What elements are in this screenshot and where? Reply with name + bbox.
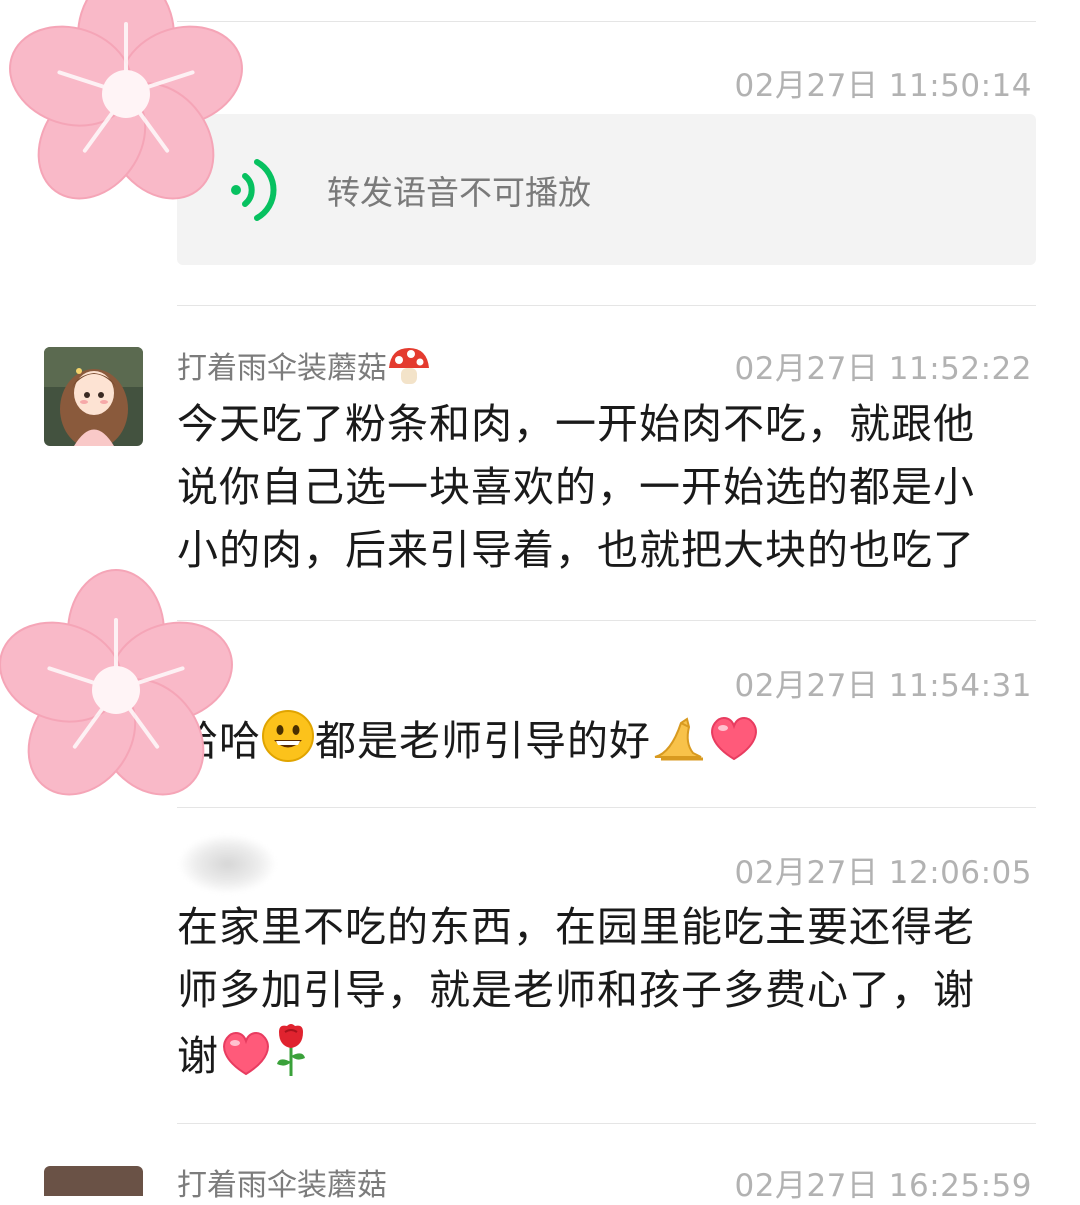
sender-name: 打着雨伞装蘑菇 [177,343,431,387]
message-timestamp: 02月27日 11:50:14 [734,68,1032,104]
rose-emoji [277,1024,305,1076]
divider [177,305,1036,306]
girl-avatar-illustration [44,347,143,446]
folded-hands-emoji [654,717,703,761]
message-line: 师多加引导，就是老师和孩子多费心了，谢 [177,966,975,1014]
message-line: 在家里不吃的东西，在园里能吃主要还得老 [177,903,975,951]
divider [177,1123,1036,1124]
avatar[interactable] [44,1166,143,1196]
red-heart-emoji [711,717,757,761]
flower-sticker [0,569,233,796]
grinning-face-emoji [262,710,314,762]
message-line: 小的肉，后来引导着，也就把大块的也吃了 [177,526,975,574]
sender-name-blurred [180,835,275,893]
divider [177,807,1036,808]
message-text-part: 都是老师引导的好 [315,717,651,765]
voice-unplayable-label: 转发语音不可播放 [327,173,591,212]
divider [177,21,1036,22]
message-timestamp: 02月27日 12:06:05 [734,855,1032,891]
divider [177,620,1036,621]
message-line: 今天吃了粉条和肉，一开始肉不吃，就跟他 [177,400,975,448]
red-heart-emoji [223,1032,269,1076]
voice-message-card[interactable]: 转发语音不可播放 [177,114,1036,265]
message-timestamp: 02月27日 16:25:59 [734,1168,1032,1204]
message-line: 谢 [177,1022,1017,1088]
message-text[interactable]: 今天吃了粉条和肉，一开始肉不吃，就跟他 说你自己选一块喜欢的，一开始选的都是小 … [177,393,1017,582]
message-timestamp: 02月27日 11:52:22 [734,351,1032,387]
mushroom-emoji [389,348,429,384]
message-text-part: 谢 [177,1032,219,1080]
flower-sticker [9,0,243,200]
sender-name-text: 打着雨伞装蘑菇 [177,351,387,386]
message-line: 说你自己选一块喜欢的，一开始选的都是小 [177,463,975,511]
sender-name: 打着雨伞装蘑菇 [177,1168,387,1203]
message-text[interactable]: 哈哈 都是老师引导的好 [177,709,1017,773]
avatar[interactable] [44,347,143,446]
message-timestamp: 02月27日 11:54:31 [734,668,1032,704]
message-text[interactable]: 在家里不吃的东西，在园里能吃主要还得老 师多加引导，就是老师和孩子多费心了，谢 … [177,896,1017,1088]
